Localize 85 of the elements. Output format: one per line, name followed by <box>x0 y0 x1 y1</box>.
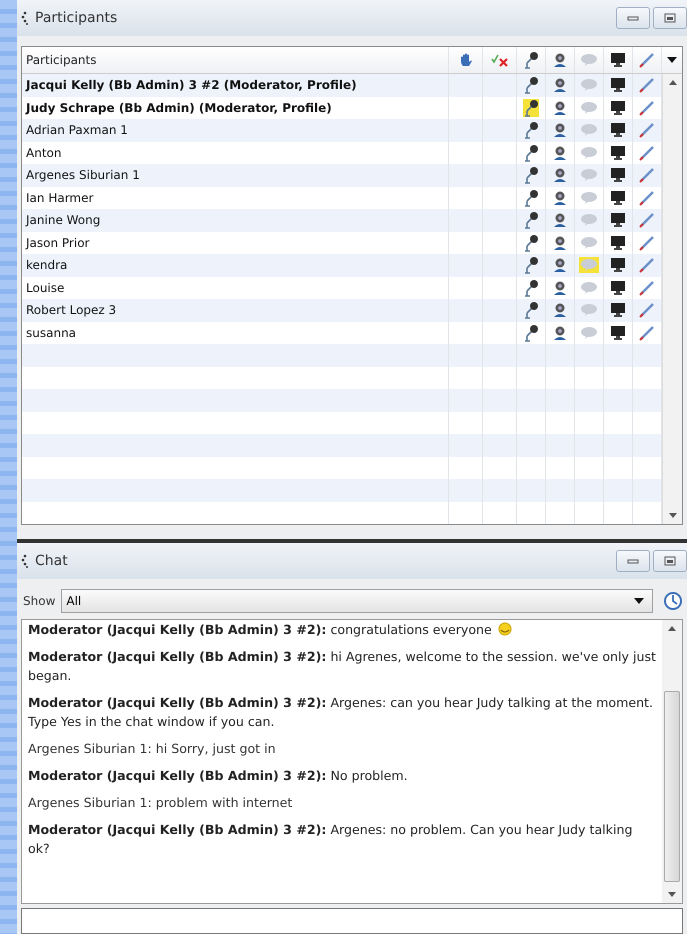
scrollbar[interactable] <box>662 74 682 524</box>
webcam-icon[interactable] <box>552 234 568 251</box>
minimize-icon <box>627 14 639 22</box>
monitor-icon[interactable] <box>610 167 626 184</box>
monitor-icon[interactable] <box>610 212 626 228</box>
grip-icon <box>21 554 29 568</box>
chat-message: Moderator (Jacqui Kelly (Bb Admin) 3 #2): Argenes: no problem. Can you hear Judy talking ok? <box>28 821 634 858</box>
restore-icon <box>664 13 676 23</box>
webcam-icon[interactable] <box>552 122 568 138</box>
clock-icon[interactable] <box>663 591 683 611</box>
microphone-icon[interactable] <box>523 166 539 184</box>
webcam-icon[interactable] <box>552 212 568 228</box>
chat-message: Argenes Siburian 1: hi Sorry, just got in <box>28 740 277 758</box>
dropdown-arrow-icon[interactable] <box>666 56 678 64</box>
pencil-icon[interactable] <box>639 302 655 318</box>
pencil-icon[interactable] <box>639 167 655 184</box>
caret-icon <box>634 598 644 604</box>
pencil-icon[interactable] <box>639 122 655 138</box>
microphone-icon[interactable] <box>523 211 539 230</box>
scroll-up-icon[interactable] <box>668 626 676 631</box>
pencil-icon[interactable] <box>639 234 655 251</box>
monitor-icon[interactable] <box>610 234 626 251</box>
webcam-icon[interactable] <box>552 324 568 341</box>
webcam-icon <box>552 52 568 68</box>
scroll-down-icon[interactable] <box>668 513 676 518</box>
microphone-icon[interactable] <box>523 98 539 117</box>
microphone-icon[interactable] <box>523 188 539 207</box>
pencil-icon[interactable] <box>639 100 655 116</box>
minimize-button[interactable] <box>616 550 650 572</box>
monitor-icon[interactable] <box>610 190 626 206</box>
webcam-icon[interactable] <box>552 100 568 116</box>
show-dropdown[interactable]: All <box>61 589 653 613</box>
monitor-icon[interactable] <box>610 302 626 318</box>
chat-message: Moderator (Jacqui Kelly (Bb Admin) 3 #2): congratulations everyone <box>28 620 656 639</box>
pencil-icon[interactable] <box>639 212 655 228</box>
pencil-icon[interactable] <box>639 324 655 341</box>
message-input[interactable] <box>21 908 683 934</box>
panel-title: Chat <box>35 553 68 569</box>
chat-message: Moderator (Jacqui Kelly (Bb Admin) 3 #2): Argenes: can you hear Judy talking at the moment. Type Yes in the chat window if you can. <box>28 694 654 731</box>
restore-button[interactable] <box>653 550 687 572</box>
monitor-icon[interactable] <box>610 122 626 138</box>
panel-title: Participants <box>35 10 118 26</box>
webcam-icon[interactable] <box>552 190 568 206</box>
scroll-up-icon[interactable] <box>668 80 676 85</box>
monitor-icon[interactable] <box>610 100 626 116</box>
webcam-icon[interactable] <box>552 280 568 296</box>
webcam-icon[interactable] <box>552 302 568 318</box>
minimize-icon <box>627 557 639 565</box>
webcam-icon[interactable] <box>552 167 568 184</box>
pencil-icon[interactable] <box>639 280 655 296</box>
microphone-icon[interactable] <box>523 301 539 320</box>
show-label: Show <box>23 594 56 608</box>
minimize-button[interactable] <box>616 7 650 29</box>
microphone-icon[interactable] <box>523 324 539 342</box>
monitor-icon <box>610 52 626 68</box>
scrollbar[interactable] <box>662 620 682 903</box>
grip-icon <box>21 11 29 25</box>
pencil-icon[interactable] <box>639 190 655 206</box>
pencil-icon[interactable] <box>639 144 655 161</box>
webcam-icon[interactable] <box>552 257 568 274</box>
pencil-icon <box>639 52 655 68</box>
webcam-icon[interactable] <box>552 77 568 94</box>
restore-button[interactable] <box>653 7 687 29</box>
microphone-icon[interactable] <box>523 234 539 252</box>
microphone-icon[interactable] <box>523 144 539 162</box>
microphone-icon[interactable] <box>523 278 539 297</box>
microphone-icon[interactable] <box>523 76 539 94</box>
chat-message: Moderator (Jacqui Kelly (Bb Admin) 3 #2): No problem. <box>28 767 409 785</box>
microphone-icon[interactable] <box>523 256 539 274</box>
chat-message: Argenes Siburian 1: problem with internet <box>28 794 294 812</box>
microphone-icon[interactable] <box>523 121 539 140</box>
pencil-icon[interactable] <box>639 257 655 274</box>
monitor-icon[interactable] <box>610 324 626 341</box>
chat-message: Moderator (Jacqui Kelly (Bb Admin) 3 #2): hi Agrenes, welcome to the session. we've only just began. <box>28 648 656 685</box>
monitor-icon[interactable] <box>610 257 626 274</box>
speech-bubble-icon <box>580 53 598 67</box>
webcam-icon[interactable] <box>552 144 568 161</box>
restore-icon <box>664 556 676 566</box>
pencil-icon[interactable] <box>639 77 655 94</box>
monitor-icon[interactable] <box>610 144 626 161</box>
scroll-down-icon[interactable] <box>668 892 676 897</box>
microphone-icon <box>523 51 539 69</box>
monitor-icon[interactable] <box>610 280 626 296</box>
monitor-icon[interactable] <box>610 77 626 94</box>
check-cross-icon <box>490 53 508 67</box>
